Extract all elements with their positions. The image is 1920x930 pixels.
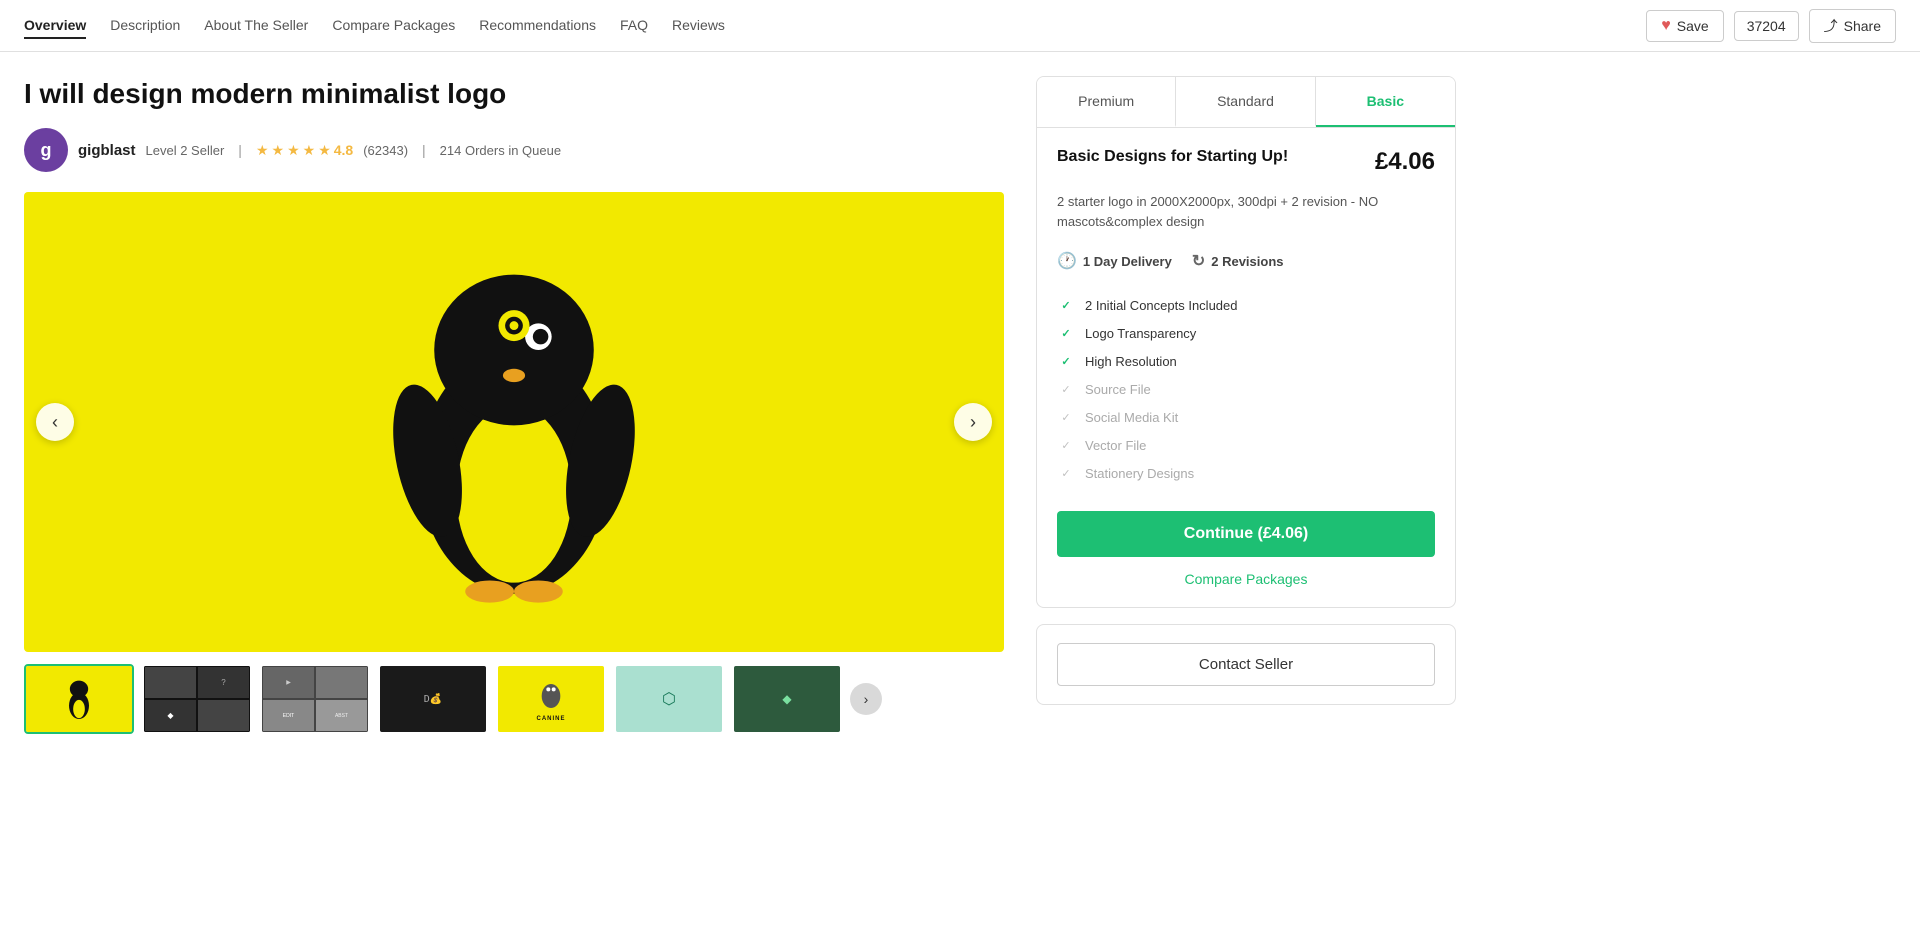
nav-reviews[interactable]: Reviews bbox=[672, 13, 725, 39]
divider: | bbox=[238, 142, 242, 158]
check-icon-4: ✓ bbox=[1057, 380, 1075, 398]
nav-actions: ♥ Save 37204 ⤴ Share bbox=[1646, 9, 1896, 43]
thumbnails: ? ◆ ▶ EDIT ABST D💰 bbox=[24, 664, 1004, 734]
save-label: Save bbox=[1677, 18, 1709, 34]
nav-about-seller[interactable]: About The Seller bbox=[204, 13, 308, 39]
thumbnail-7[interactable]: ◆ bbox=[732, 664, 842, 734]
tab-premium[interactable]: Premium bbox=[1037, 77, 1176, 127]
package-tabs: Premium Standard Basic bbox=[1037, 77, 1455, 128]
nav-links: Overview Description About The Seller Co… bbox=[24, 13, 1646, 39]
check-icon-7: ✓ bbox=[1057, 464, 1075, 482]
main-image: ‹ bbox=[24, 192, 1004, 652]
refresh-icon: ↻ bbox=[1192, 251, 1205, 271]
check-icon-1: ✓ bbox=[1057, 296, 1075, 314]
nav-compare-packages[interactable]: Compare Packages bbox=[332, 13, 455, 39]
nav-description[interactable]: Description bbox=[110, 13, 180, 39]
heart-icon: ♥ bbox=[1661, 17, 1671, 35]
contact-panel: Contact Seller bbox=[1036, 624, 1456, 705]
feature-label-4: Source File bbox=[1085, 382, 1151, 397]
feature-6: ✓ Vector File bbox=[1057, 431, 1435, 459]
clock-icon: 🕐 bbox=[1057, 251, 1077, 271]
check-icon-3: ✓ bbox=[1057, 352, 1075, 370]
revisions-label: 2 Revisions bbox=[1211, 254, 1283, 269]
package-description: 2 starter logo in 2000X2000px, 300dpi + … bbox=[1057, 192, 1435, 231]
check-icon-2: ✓ bbox=[1057, 324, 1075, 342]
contact-seller-button[interactable]: Contact Seller bbox=[1057, 643, 1435, 686]
divider2: | bbox=[422, 142, 426, 158]
thumbnail-4[interactable]: D💰 bbox=[378, 664, 488, 734]
thumbnail-1[interactable] bbox=[24, 664, 134, 734]
thumbnails-next-button[interactable]: › bbox=[850, 683, 882, 715]
tab-basic[interactable]: Basic bbox=[1316, 77, 1455, 127]
delivery-meta: 🕐 1 Day Delivery bbox=[1057, 251, 1172, 271]
thumbnail-2[interactable]: ? ◆ bbox=[142, 664, 252, 734]
feature-label-7: Stationery Designs bbox=[1085, 466, 1194, 481]
svg-text:g: g bbox=[41, 140, 52, 160]
package-body: Basic Designs for Starting Up! £4.06 2 s… bbox=[1037, 128, 1455, 607]
save-button[interactable]: ♥ Save bbox=[1646, 10, 1723, 42]
thumbnail-5[interactable]: CANINE bbox=[496, 664, 606, 734]
next-button[interactable]: › bbox=[954, 403, 992, 441]
star-2: ★ bbox=[272, 142, 285, 159]
rating-value: 4.8 bbox=[334, 142, 353, 158]
image-slider: ‹ bbox=[24, 192, 1004, 652]
package-name: Basic Designs for Starting Up! bbox=[1057, 148, 1288, 166]
feature-label-2: Logo Transparency bbox=[1085, 326, 1196, 341]
delivery-label: 1 Day Delivery bbox=[1083, 254, 1172, 269]
review-count: (62343) bbox=[363, 143, 408, 158]
right-panel: Premium Standard Basic Basic Designs for… bbox=[1036, 76, 1456, 734]
seller-info: g gigblast Level 2 Seller | ★ ★ ★ ★ ★ 4.… bbox=[24, 128, 1004, 172]
star-1: ★ bbox=[256, 142, 269, 159]
seller-name[interactable]: gigblast bbox=[78, 142, 136, 159]
left-panel: I will design modern minimalist logo g g… bbox=[24, 76, 1004, 734]
svg-text:CHILLED BEER: CHILLED BEER bbox=[360, 622, 669, 628]
top-navigation: Overview Description About The Seller Co… bbox=[0, 0, 1920, 52]
feature-5: ✓ Social Media Kit bbox=[1057, 403, 1435, 431]
feature-label-5: Social Media Kit bbox=[1085, 410, 1178, 425]
features-list: ✓ 2 Initial Concepts Included ✓ Logo Tra… bbox=[1057, 291, 1435, 487]
feature-1: ✓ 2 Initial Concepts Included bbox=[1057, 291, 1435, 319]
feature-label-6: Vector File bbox=[1085, 438, 1146, 453]
revisions-meta: ↻ 2 Revisions bbox=[1192, 251, 1284, 271]
tab-standard[interactable]: Standard bbox=[1176, 77, 1315, 127]
prev-button[interactable]: ‹ bbox=[36, 403, 74, 441]
feature-4: ✓ Source File bbox=[1057, 375, 1435, 403]
package-header: Basic Designs for Starting Up! £4.06 bbox=[1057, 148, 1435, 176]
seller-level: Level 2 Seller bbox=[146, 143, 225, 158]
thumbnail-6[interactable]: ⬡ bbox=[614, 664, 724, 734]
nav-recommendations[interactable]: Recommendations bbox=[479, 13, 596, 39]
package-panel: Premium Standard Basic Basic Designs for… bbox=[1036, 76, 1456, 608]
check-icon-6: ✓ bbox=[1057, 436, 1075, 454]
star-3: ★ bbox=[287, 142, 300, 159]
share-icon: ⤴ bbox=[1824, 16, 1838, 36]
feature-label-1: 2 Initial Concepts Included bbox=[1085, 298, 1237, 313]
feature-7: ✓ Stationery Designs bbox=[1057, 459, 1435, 487]
check-icon-5: ✓ bbox=[1057, 408, 1075, 426]
main-content: I will design modern minimalist logo g g… bbox=[0, 52, 1480, 734]
orders-queue: 214 Orders in Queue bbox=[440, 143, 561, 158]
save-count: 37204 bbox=[1734, 11, 1799, 41]
continue-button[interactable]: Continue (£4.06) bbox=[1057, 511, 1435, 557]
nav-faq[interactable]: FAQ bbox=[620, 13, 648, 39]
avatar: g bbox=[24, 128, 68, 172]
star-5: ★ bbox=[318, 142, 331, 159]
share-label: Share bbox=[1844, 18, 1881, 34]
thumbnail-3[interactable]: ▶ EDIT ABST bbox=[260, 664, 370, 734]
gig-title: I will design modern minimalist logo bbox=[24, 76, 1004, 112]
star-rating: ★ ★ ★ ★ ★ 4.8 bbox=[256, 142, 353, 159]
star-4: ★ bbox=[303, 142, 316, 159]
package-meta: 🕐 1 Day Delivery ↻ 2 Revisions bbox=[1057, 251, 1435, 271]
compare-packages-link[interactable]: Compare Packages bbox=[1057, 571, 1435, 587]
nav-overview[interactable]: Overview bbox=[24, 13, 86, 39]
package-price: £4.06 bbox=[1375, 148, 1435, 176]
share-button[interactable]: ⤴ Share bbox=[1809, 9, 1896, 43]
feature-label-3: High Resolution bbox=[1085, 354, 1177, 369]
feature-3: ✓ High Resolution bbox=[1057, 347, 1435, 375]
feature-2: ✓ Logo Transparency bbox=[1057, 319, 1435, 347]
